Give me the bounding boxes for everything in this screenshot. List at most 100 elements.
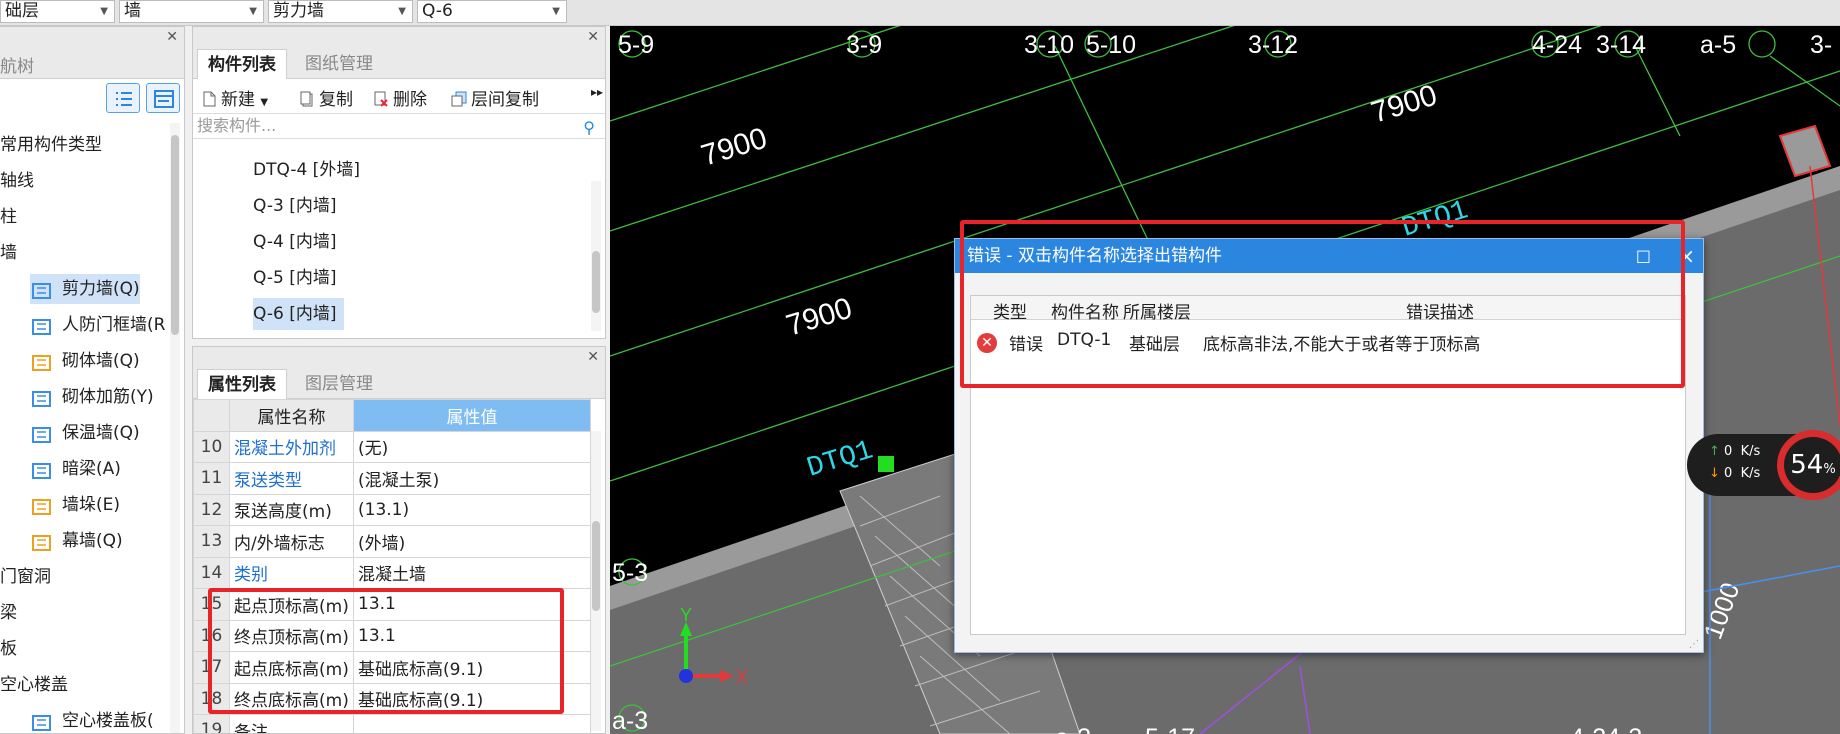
sidebar-item[interactable]: 砌体墙(Q) [30,346,140,376]
table-row[interactable]: 10 混凝土外加剂 (无) [193,430,591,463]
resize-grip-icon[interactable]: ⋰ [1689,639,1699,650]
list-view-icon[interactable] [106,83,140,113]
detail-view-icon[interactable] [146,83,180,113]
property-name[interactable]: 类别 [229,556,354,589]
error-highlight-box [960,220,1685,388]
curtain-wall-icon [32,532,52,551]
dimension-label: 7900 [782,292,855,343]
property-num-header [193,399,230,432]
grip-point[interactable] [878,456,894,472]
bottom-label: a-3 [1055,724,1091,734]
floor-dropdown[interactable]: 础层 ▼ [0,0,115,23]
property-name: 备注 [229,714,354,733]
category-dropdown[interactable]: 墙 ▼ [119,0,264,23]
download-value: 0 [1724,466,1733,481]
scrollbar-thumb[interactable] [171,135,179,335]
sidebar-item[interactable]: 墙垛(E) [30,490,120,520]
floor-copy-button-label: 层间复制 [471,90,539,110]
close-icon[interactable]: ✕ [587,27,599,47]
row-number: 13 [193,525,230,558]
floor-copy-button[interactable]: 层间复制 [451,85,539,110]
sidebar-item-label: 幕墙(Q) [62,531,123,551]
sidebar-item[interactable]: 幕墙(Q) [30,526,123,556]
sidebar-item[interactable]: 空心楼盖 [0,670,68,700]
type-dropdown[interactable]: 剪力墙 ▼ [268,0,413,23]
component-tabs: 构件列表 图纸管理 [193,47,605,79]
sidebar-item[interactable]: 梁 [0,598,17,628]
sidebar-item[interactable]: 剪力墙(Q) [30,274,140,304]
list-item[interactable]: Q-3 [内墙] [253,190,344,222]
dimension-label: 7900 [1367,79,1440,130]
upload-unit: K/s [1740,444,1761,459]
search-input[interactable]: 搜索构件... [197,116,276,135]
component-search[interactable]: 搜索构件... ⚲ [193,113,605,139]
sidebar-item-label: 门窗洞 [0,567,51,587]
row-number: 14 [193,556,230,589]
scrollbar-thumb[interactable] [592,251,600,313]
sidebar-item-label: 剪力墙(Q) [62,279,140,299]
list-item[interactable]: Q-4 [内墙] [253,226,344,258]
close-icon[interactable]: ✕ [166,27,178,47]
sidebar-item[interactable]: 保温墙(Q) [30,418,140,448]
network-speed-widget[interactable]: ↑ 0 K/s ↓ 0 K/s 54% [1687,430,1840,500]
sidebar-item[interactable]: 暗梁(A) [30,454,121,484]
search-icon[interactable]: ⚲ [583,116,595,140]
delete-button[interactable]: 删除 [373,85,427,110]
row-number: 10 [193,430,230,463]
property-value[interactable]: 混凝土墙 [353,556,591,589]
sidebar-item-label: 空心楼盖板( [62,711,154,731]
sidebar-item[interactable]: 柱 [0,202,17,232]
sidebar-item[interactable]: 板 [0,634,17,664]
table-row[interactable]: 19 备注 [193,714,591,733]
sidebar-item-label: 砌体加筋(Y) [62,387,154,407]
property-name-header: 属性名称 [229,399,354,432]
new-button[interactable]: 新建 ▼ [201,85,268,110]
property-name[interactable]: 混凝土外加剂 [229,430,354,463]
tab-component-list[interactable]: 构件列表 [197,49,287,79]
wall-marker [1778,124,1832,178]
sidebar-item[interactable]: 门窗洞 [0,562,51,592]
wall-label: DTQ1 [804,435,877,484]
list-item[interactable]: Q-5 [内墙] [253,262,344,294]
sidebar-item[interactable]: 砌体加筋(Y) [30,382,154,412]
sidebar-item-label: 板 [0,639,17,659]
more-arrow-icon[interactable]: ▸▸ [591,85,603,99]
copy-button[interactable]: 复制 [299,85,353,110]
list-item[interactable]: DTQ-4 [外墙] [253,154,368,186]
sidebar-item[interactable]: 墙 [0,238,17,268]
table-row[interactable]: 13 内/外墙标志 (外墙) [193,525,591,558]
property-value[interactable]: (外墙) [353,525,591,558]
table-row[interactable]: 12 泵送高度(m) (13.1) [193,493,591,526]
property-value[interactable] [353,714,591,733]
property-highlight-box [208,588,564,714]
tab-drawing-management[interactable]: 图纸管理 [295,49,383,79]
property-name[interactable]: 泵送类型 [229,462,354,495]
table-row[interactable]: 14 类别 混凝土墙 [193,556,591,589]
tab-property-list[interactable]: 属性列表 [197,369,287,399]
type-dropdown-value: 剪力墙 [273,1,324,21]
row-number: 11 [193,462,230,495]
table-row[interactable]: 11 泵送类型 (混凝土泵) [193,462,591,495]
list-item[interactable]: Q-6 [内墙] [253,298,345,330]
property-value[interactable]: (混凝土泵) [353,462,591,495]
door-frame-wall-icon [32,316,52,335]
sidebar-item[interactable]: 人防门框墙(R [30,310,165,340]
sidebar-item[interactable]: 常用构件类型 [0,130,102,160]
property-value[interactable]: (13.1) [353,493,591,526]
sidebar-item[interactable]: 空心楼盖板( [30,706,154,733]
app-window: 础层 ▼ 墙 ▼ 剪力墙 ▼ Q-6 ▼ ✕ 航树 常用构件类型 轴线柱墙剪力墙(Q) 人防… [0,0,1840,734]
nav-tree-title-bar: 航树 [0,47,184,79]
axis-label: 5-3 [612,559,648,587]
category-dropdown-value: 墙 [124,1,141,21]
tab-layer-management[interactable]: 图层管理 [295,369,383,399]
component-list-scrollbar[interactable] [591,181,601,331]
property-value[interactable]: (无) [353,430,591,463]
property-scrollbar[interactable] [591,431,601,731]
dimension-label: 7900 [697,122,770,173]
close-icon[interactable]: ✕ [587,347,599,367]
sidebar-item[interactable]: 轴线 [0,166,34,196]
scrollbar-thumb[interactable] [592,521,600,611]
sidebar-item-label: 梁 [0,603,17,623]
component-dropdown[interactable]: Q-6 ▼ [417,0,567,23]
nav-tree-scrollbar[interactable] [170,123,180,733]
